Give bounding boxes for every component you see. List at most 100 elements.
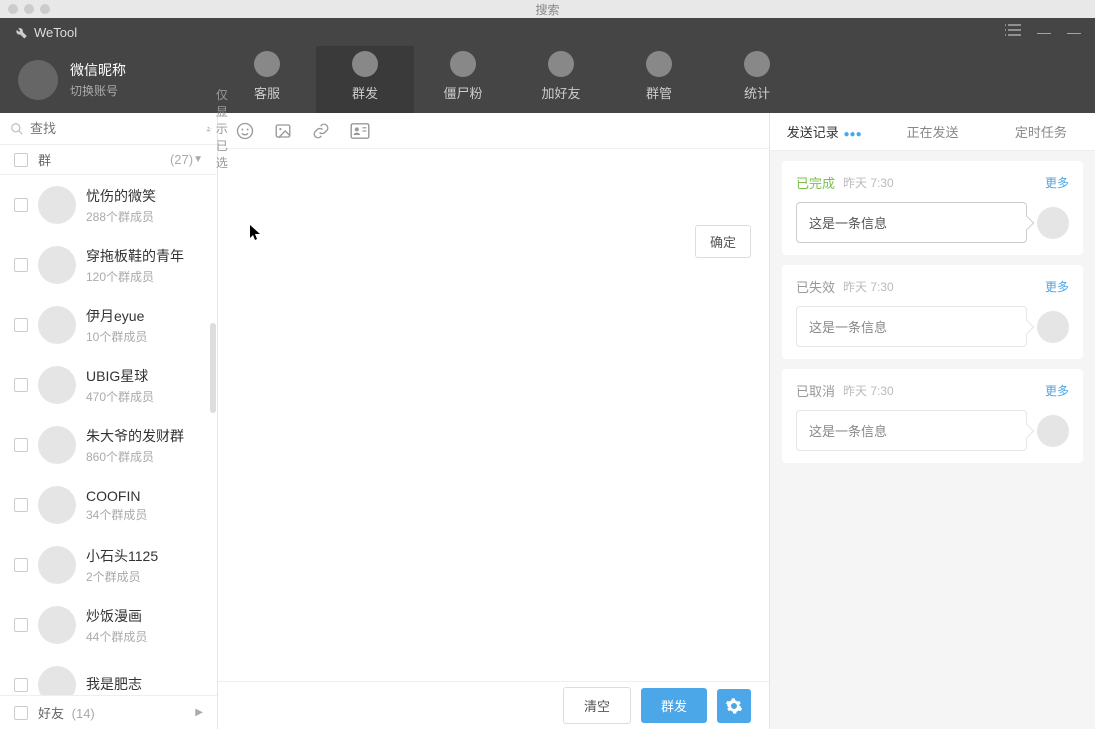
maximize-window[interactable] [40, 4, 50, 14]
link-icon[interactable] [312, 122, 330, 140]
search-icon [10, 122, 24, 136]
restore-icon[interactable]: — [1067, 24, 1081, 40]
nav-tab-label: 群发 [352, 83, 378, 102]
group-meta: 470个群成员 [86, 388, 154, 405]
group-item[interactable]: 朱大爷的发财群 860个群成员 [0, 415, 217, 475]
card-icon[interactable] [350, 123, 370, 139]
traffic-lights [0, 4, 50, 14]
group-item[interactable]: 忧伤的微笑 288个群成员 [0, 175, 217, 235]
nav-tab-4[interactable]: 群管 [610, 46, 708, 113]
record-status: 已取消 [796, 381, 835, 400]
group-checkbox[interactable] [14, 198, 28, 212]
close-window[interactable] [8, 4, 18, 14]
switch-account-link[interactable]: 切换账号 [70, 82, 126, 99]
nav-tab-icon [450, 51, 476, 77]
right-tabs: 发送记录 ●●●正在发送定时任务 [770, 113, 1095, 151]
nav-tab-5[interactable]: 统计 [708, 46, 806, 113]
record-avatar [1037, 415, 1069, 447]
group-name: 朱大爷的发财群 [86, 426, 184, 446]
record-more-link[interactable]: 更多 [1045, 278, 1069, 295]
group-checkbox[interactable] [14, 438, 28, 452]
nav-tab-label: 加好友 [541, 83, 580, 102]
scrollbar-thumb[interactable] [210, 323, 216, 413]
group-avatar [38, 426, 76, 464]
record-time: 昨天 7:30 [843, 382, 1045, 399]
group-avatar [38, 666, 76, 695]
gear-icon [725, 697, 743, 715]
group-name: UBIG星球 [86, 366, 154, 386]
group-avatar [38, 606, 76, 644]
cursor-icon [250, 225, 262, 241]
group-checkbox[interactable] [14, 558, 28, 572]
sidebar: 仅显示已选 群 (27) ▼ 忧伤的微笑 288个群成员 穿拖板鞋的青年 120… [0, 113, 218, 729]
group-checkbox[interactable] [14, 498, 28, 512]
sidebar-search: 仅显示已选 [0, 113, 217, 145]
settings-button[interactable] [717, 689, 751, 723]
right-tab-0[interactable]: 发送记录 ●●● [770, 122, 878, 141]
nav-tab-label: 统计 [744, 83, 770, 102]
groups-section-title: 群 [38, 150, 166, 169]
record-more-link[interactable]: 更多 [1045, 174, 1069, 191]
bottom-bar: 清空 群发 [218, 681, 769, 729]
profile: 微信昵称 切换账号 [0, 60, 218, 100]
group-checkbox[interactable] [14, 678, 28, 692]
group-checkbox[interactable] [14, 618, 28, 632]
record-time: 昨天 7:30 [843, 278, 1045, 295]
group-item[interactable]: 穿拖板鞋的青年 120个群成员 [0, 235, 217, 295]
confirm-button[interactable]: 确定 [695, 225, 751, 258]
right-tab-2[interactable]: 定时任务 [987, 122, 1095, 141]
friends-section-header[interactable]: 好友 (14) ▶ [0, 695, 217, 729]
record-message: 这是一条信息 [796, 410, 1027, 451]
nav-tab-icon [646, 51, 672, 77]
group-item[interactable]: 我是肥志 [0, 655, 217, 695]
group-meta: 860个群成员 [86, 448, 184, 465]
group-avatar [38, 546, 76, 584]
group-meta: 120个群成员 [86, 268, 184, 285]
profile-avatar[interactable] [18, 60, 58, 100]
record-card: 已取消 昨天 7:30 更多 这是一条信息 [782, 369, 1083, 463]
group-item[interactable]: 伊月eyue 10个群成员 [0, 295, 217, 355]
nav-tab-2[interactable]: 僵尸粉 [414, 46, 512, 113]
group-item[interactable]: 小石头1125 2个群成员 [0, 535, 217, 595]
group-avatar [38, 246, 76, 284]
friends-section-title: 好友 [38, 706, 64, 721]
header-controls: — — [1005, 24, 1081, 40]
search-input[interactable] [30, 121, 206, 136]
group-item[interactable]: COOFIN 34个群成员 [0, 475, 217, 535]
minimize-icon[interactable]: — [1037, 24, 1051, 40]
record-avatar [1037, 207, 1069, 239]
nav-tab-3[interactable]: 加好友 [512, 46, 610, 113]
group-name: 伊月eyue [86, 306, 147, 326]
record-more-link[interactable]: 更多 [1045, 382, 1069, 399]
minimize-window[interactable] [24, 4, 34, 14]
group-checkbox[interactable] [14, 258, 28, 272]
chevron-down-icon[interactable]: ▼ [193, 154, 203, 165]
right-tab-1[interactable]: 正在发送 [878, 122, 986, 141]
titlebar-search-label[interactable]: 搜索 [535, 1, 559, 18]
editor-toolbar [218, 113, 769, 149]
clear-button[interactable]: 清空 [563, 687, 631, 724]
nav-tab-label: 群管 [646, 83, 672, 102]
group-list[interactable]: 忧伤的微笑 288个群成员 穿拖板鞋的青年 120个群成员 伊月eyue 10个… [0, 175, 217, 695]
list-icon[interactable] [1005, 24, 1021, 40]
group-avatar [38, 306, 76, 344]
group-name: 小石头1125 [86, 546, 158, 566]
group-item[interactable]: UBIG星球 470个群成员 [0, 355, 217, 415]
right-body[interactable]: 已完成 昨天 7:30 更多 这是一条信息 已失效 昨天 7:30 更多 这是一… [770, 151, 1095, 729]
nav-tabs: 客服群发僵尸粉加好友群管统计 [218, 46, 806, 113]
emoji-icon[interactable] [236, 122, 254, 140]
groups-select-all-checkbox[interactable] [14, 153, 28, 167]
nav-tab-1[interactable]: 群发 [316, 46, 414, 113]
editor-area[interactable]: 确定 [218, 149, 769, 681]
group-name: 穿拖板鞋的青年 [86, 246, 184, 266]
send-button[interactable]: 群发 [641, 688, 707, 723]
group-name: 忧伤的微笑 [86, 186, 156, 206]
chevron-right-icon[interactable]: ▶ [195, 707, 203, 718]
group-item[interactable]: 炒饭漫画 44个群成员 [0, 595, 217, 655]
groups-section-header[interactable]: 群 (27) ▼ [0, 145, 217, 175]
friends-select-all-checkbox[interactable] [14, 706, 28, 720]
image-icon[interactable] [274, 122, 292, 140]
record-avatar [1037, 311, 1069, 343]
group-checkbox[interactable] [14, 318, 28, 332]
group-checkbox[interactable] [14, 378, 28, 392]
